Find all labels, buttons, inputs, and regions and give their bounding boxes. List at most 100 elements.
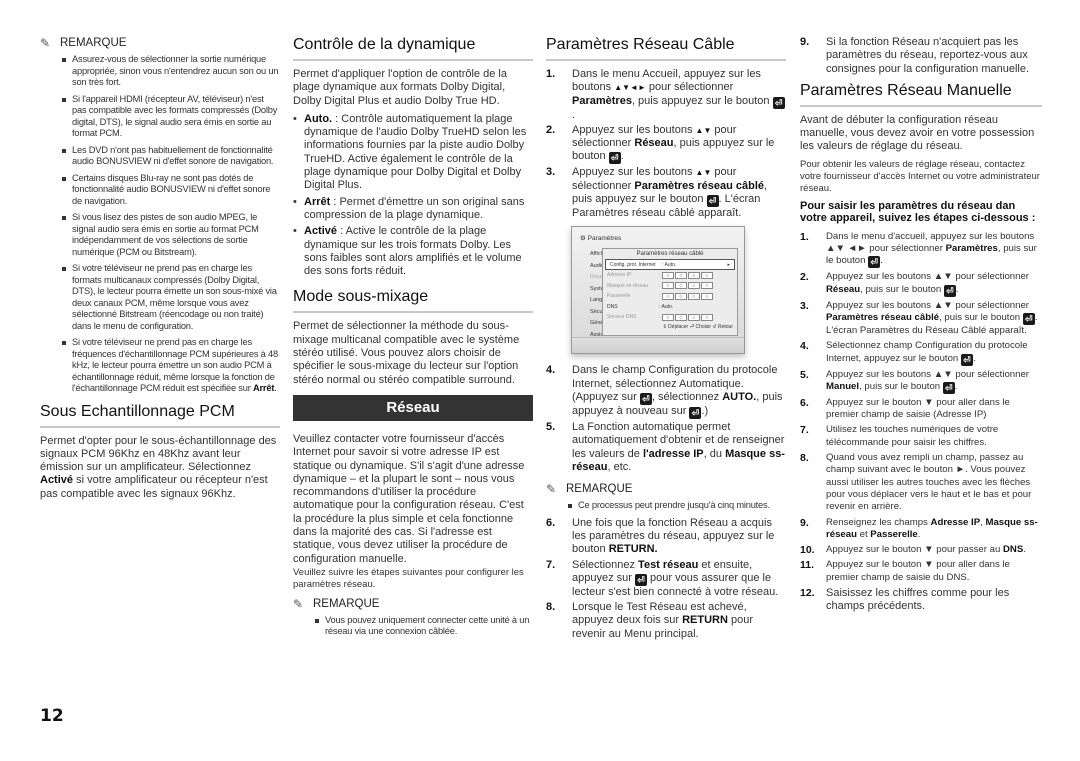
text: Sélectionnez — [572, 558, 639, 571]
screen-menu-item: Sécur — [590, 308, 602, 315]
text: . — [1023, 544, 1026, 556]
ip-box: 0 — [661, 313, 674, 321]
step-number: 9. — [800, 36, 810, 48]
step-item: 9. Si la fonction Réseau n'acquiert pas l… — [800, 36, 1042, 76]
remark-list: Vous pouvez uniquement connecter cette u… — [293, 615, 533, 638]
text: si votre amplificateur ou récepteur n'es… — [40, 474, 268, 500]
enter-button-icon: ⏎ — [943, 284, 956, 297]
step-text: Lorsque le Test Réseau est achevé, appuy… — [572, 601, 786, 641]
remark-item: Certains disques Blu-ray ne sont pas dot… — [62, 173, 280, 208]
column-4: 9. Si la fonction Réseau n'acquiert pas l… — [800, 36, 1042, 617]
screen-header-label: Paramètres — [587, 235, 622, 243]
arrow-keys-icon: ▲▼ — [695, 168, 712, 178]
bold-term: Paramètres réseau câblé — [826, 311, 940, 323]
screen-menu: Affich Audio Réseau Systè Langu Sécur Gé… — [590, 251, 602, 343]
arrow-keys-icon: ▲▼ — [695, 125, 712, 135]
step-number: 4. — [546, 364, 556, 377]
ip-box: 0 — [661, 271, 674, 279]
section-title-downmix: Mode sous-mixage — [293, 288, 533, 314]
ip-box: 0 — [687, 292, 700, 300]
drc-option: Arrêt : Permet d'émettre un son original… — [293, 196, 533, 223]
manual-intro: Avant de débuter la configuration réseau… — [800, 113, 1035, 153]
bold-term: Activé — [40, 474, 74, 487]
text: , puis sur le bouton — [859, 380, 943, 392]
bold-term: AUTO. — [722, 390, 757, 403]
remark-item: Vous pouvez uniquement connecter cette u… — [315, 615, 533, 638]
step-item: 9. Renseignez les champs Adresse IP, Masq… — [800, 517, 1042, 542]
popup-row-ip: Adresse IP: 0000 — [603, 270, 737, 281]
text: .) — [701, 404, 709, 417]
text: Renseignez les champs — [826, 516, 931, 528]
text: . — [972, 352, 976, 364]
wired-steps: 1. Dans le menu Accueil, appuyez sur les … — [546, 68, 786, 220]
ip-box: 0 — [700, 282, 713, 290]
arrow-keys-icon: ▲▼◄► — [614, 83, 646, 93]
text: Appuyez sur le bouton ▼ pour aller dans … — [826, 396, 1010, 421]
step-number: 8. — [800, 452, 809, 465]
remark-bold: Arrêt — [253, 383, 275, 393]
step-item: 12. Saisissez les chiffres comme pour les… — [800, 587, 1042, 614]
pencil-note-icon: ✎ — [293, 596, 304, 611]
ip-box: 0 — [661, 292, 674, 300]
step-number: 9. — [800, 516, 809, 529]
row-label: Masque ss-réseau — [607, 282, 649, 289]
step-item: 4. Sélectionnez champ Configuration du pr… — [800, 340, 1042, 366]
row-label: Adresse IP — [607, 272, 632, 279]
section-title-pcm: Sous Echantillonnage PCM — [40, 403, 280, 428]
bold-term: Paramètres — [945, 243, 998, 255]
step-item: 7. Sélectionnez Test réseau et ensuite, a… — [546, 559, 786, 600]
step-number: 3. — [800, 299, 809, 312]
column-1: ✎ REMARQUE Assurez-vous de sélectionner … — [40, 36, 280, 506]
pencil-note-icon: ✎ — [546, 482, 557, 497]
bold-term: Adresse IP — [930, 516, 981, 528]
step-text: Appuyez sur le bouton ▼ pour aller dans … — [826, 397, 1042, 422]
enter-button-icon: ⏎ — [639, 392, 652, 405]
screen-menu-item: Affich — [590, 251, 602, 258]
remark-text: . — [274, 383, 277, 393]
step-text: Dans le menu d'accueil, appuyez sur les … — [826, 231, 1042, 269]
step-number: 2. — [546, 123, 556, 136]
popup-title: Paramètres réseau câblé — [636, 251, 704, 258]
ip-box: 0 — [674, 282, 687, 290]
screen-menu-item: Audio — [590, 262, 602, 269]
drc-option: Activé : Active le contrôle de la plage … — [293, 225, 533, 278]
step-text: Appuyez sur les boutons ▲▼ pour sélectio… — [826, 300, 1042, 338]
text: . — [917, 528, 921, 540]
popup-footer-hints: ⇕ Déplacer ⮐ Choisir ↺ Retour — [662, 324, 733, 331]
text: Appuyez sur les boutons ▲▼ pour sélectio… — [826, 368, 1029, 380]
screen-header: ⚙ Paramètres — [580, 234, 621, 242]
step-item: 2. Appuyez sur les boutons ▲▼ pour sélect… — [800, 271, 1042, 297]
ip-box: 0 — [687, 282, 700, 290]
wired-steps-final: 6. Une fois que la fonction Réseau a acqu… — [546, 517, 786, 641]
bold-term: Manuel — [826, 380, 860, 392]
bold-term: RETURN — [682, 614, 728, 627]
popup-row-dns: DNS: Auto. — [603, 301, 737, 312]
pencil-note-icon: ✎ — [40, 36, 51, 50]
screen-menu-item: Systè — [590, 285, 602, 292]
step-item: 1. Dans le menu d'accueil, appuyez sur le… — [800, 231, 1042, 269]
enter-button-icon: ⏎ — [689, 406, 702, 419]
text: pour sélectionner — [645, 81, 734, 94]
text: Quand vous avez rempli un champ, passez … — [826, 452, 1032, 513]
ip-box: 0 — [661, 282, 674, 290]
bold-term: l'adresse IP — [642, 447, 704, 460]
step-item: 3. Appuyez sur les boutons ▲▼ pour sélect… — [800, 300, 1042, 338]
option-text: : Contrôle automatiquement la plage dyna… — [304, 112, 527, 192]
popup-row-gateway: Passerelle: 0000 — [603, 291, 737, 302]
remark-item: Les DVD n'ont pas habituellement de fonc… — [62, 145, 280, 168]
text: , du — [703, 447, 726, 460]
screen-menu-item: Langu — [590, 297, 602, 304]
remark-item: Si votre téléviseur ne prend pas en char… — [62, 337, 280, 395]
remark-heading: ✎ REMARQUE — [293, 597, 533, 611]
ip-box: 0 — [674, 292, 687, 300]
network-description: Veuillez contacter votre fournisseur d'a… — [293, 432, 525, 565]
step-text: Appuyez sur les boutons ▲▼ pour sélectio… — [572, 123, 775, 165]
bold-term: RETURN. — [608, 543, 658, 556]
ip-box: 0 — [674, 313, 687, 321]
step-item: 5. La Fonction automatique permet automat… — [546, 421, 786, 474]
step-item: 10. Appuyez sur le bouton ▼ pour passer a… — [800, 544, 1042, 556]
popup-row-dns-server: Serveur DNS: 0000 — [603, 312, 737, 323]
step-text: Appuyez sur les boutons ▲▼ pour sélectio… — [826, 369, 1042, 394]
remark-list: Assurez-vous de sélectionner la sortie n… — [40, 54, 280, 395]
step-item: 2. Appuyez sur les boutons ▲▼ pour sélect… — [546, 124, 786, 165]
